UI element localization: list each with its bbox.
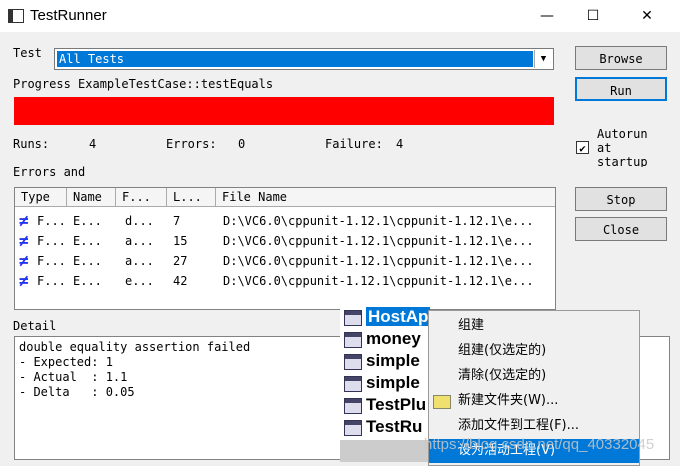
cell-line: 42 xyxy=(173,274,188,288)
progress-fill xyxy=(14,97,554,125)
table-row[interactable]: ≠ F... E... d... 7 D:\VC6.0\cppunit-1.12.1\cp… xyxy=(15,211,555,231)
cell-type: F... xyxy=(37,274,66,288)
test-select[interactable]: All Tests ▼ xyxy=(54,48,554,70)
browse-button[interactable]: Browse xyxy=(575,46,667,70)
menu-item[interactable]: 新建文件夹(W)... xyxy=(429,389,639,413)
failure-icon: ≠ xyxy=(19,231,29,250)
tree-item[interactable]: HostAp xyxy=(344,306,431,328)
table-row[interactable]: ≠ F... E... a... 27 D:\VC6.0\cppunit-1.12.1\c… xyxy=(15,251,555,271)
cell-name: E... xyxy=(73,254,102,268)
column-line[interactable]: L... xyxy=(167,188,216,207)
tree-item[interactable]: simple xyxy=(344,350,420,372)
detail-label: Detail xyxy=(13,319,57,333)
tree-item-label: simple xyxy=(366,351,420,370)
cell-f: e... xyxy=(125,274,154,288)
close-button[interactable]: Close xyxy=(575,217,667,241)
tree-item-label: TestPlu xyxy=(366,395,427,414)
cell-line: 7 xyxy=(173,214,181,228)
project-icon xyxy=(344,419,362,436)
column-name[interactable]: Name xyxy=(67,188,116,207)
project-tree[interactable]: HostAp money simple simple TestPlu TestRu xyxy=(340,306,431,440)
menu-item[interactable]: 清除(仅选定的) xyxy=(429,364,639,388)
failure-icon: ≠ xyxy=(19,271,29,290)
cell-line: 15 xyxy=(173,234,188,248)
cell-file: D:\VC6.0\cppunit-1.12.1\cppunit-1.12.1\e… xyxy=(223,214,534,228)
chevron-down-icon[interactable]: ▼ xyxy=(534,50,552,68)
cell-type: F... xyxy=(37,214,66,228)
cell-line: 27 xyxy=(173,254,188,268)
errors-value: 0 xyxy=(238,137,246,151)
table-row[interactable]: ≠ F... E... e... 42 D:\VC6.0\cppunit-1.12.1\c… xyxy=(15,271,555,291)
stop-button[interactable]: Stop xyxy=(575,187,667,211)
tree-item[interactable]: TestPlu xyxy=(344,394,426,416)
minimize-button[interactable]: — xyxy=(524,0,570,32)
menu-item-label: 组建(仅选定的) xyxy=(458,343,547,358)
table-row[interactable]: ≠ F... E... a... 15 D:\VC6.0\cppunit-1.12.1\c… xyxy=(15,231,555,251)
tree-item-label: HostAp xyxy=(366,307,431,326)
test-label: Test xyxy=(13,46,42,60)
project-icon xyxy=(344,353,362,370)
cell-type: F... xyxy=(37,234,66,248)
new-folder-icon xyxy=(433,395,451,409)
errors-label: Errors: xyxy=(166,137,217,151)
maximize-button[interactable]: ☐ xyxy=(570,0,616,32)
cell-name: E... xyxy=(73,214,102,228)
cell-f: d... xyxy=(125,214,154,228)
tree-item[interactable]: simple xyxy=(344,372,420,394)
column-file-name[interactable]: File Name xyxy=(216,188,555,207)
menu-item[interactable]: 添加文件到工程(F)... xyxy=(429,414,639,438)
run-button[interactable]: Run xyxy=(575,77,667,101)
project-icon xyxy=(344,331,362,348)
menu-item-label: 组建 xyxy=(458,318,485,333)
failure-icon: ≠ xyxy=(19,211,29,230)
close-window-button[interactable]: ✕ xyxy=(624,0,670,32)
app-icon xyxy=(8,9,24,23)
failure-label: Failure: xyxy=(325,137,383,151)
runs-label: Runs: xyxy=(13,137,50,151)
title-bar: TestRunner — ☐ ✕ xyxy=(0,0,680,32)
tree-item-label: money xyxy=(366,329,421,348)
menu-item-label: 添加文件到工程(F)... xyxy=(458,418,580,433)
test-select-value: All Tests xyxy=(57,51,533,67)
progress-bar xyxy=(14,97,554,125)
cell-file: D:\VC6.0\cppunit-1.12.1\cppunit-1.12.1\e… xyxy=(223,254,534,268)
errors-list[interactable]: Type Name F... L... File Name ≠ F... E... d… xyxy=(14,187,556,310)
cell-f: a... xyxy=(125,234,154,248)
tree-item[interactable]: money xyxy=(344,328,421,350)
cell-file: D:\VC6.0\cppunit-1.12.1\cppunit-1.12.1\e… xyxy=(223,274,534,288)
cell-type: F... xyxy=(37,254,66,268)
column-type[interactable]: Type xyxy=(15,188,67,207)
project-icon xyxy=(344,397,362,414)
menu-item[interactable]: 组建(仅选定的) xyxy=(429,339,639,363)
failure-value: 4 xyxy=(396,137,404,151)
window-title: TestRunner xyxy=(30,7,107,24)
cell-name: E... xyxy=(73,274,102,288)
autorun-label: Autorun at startup xyxy=(597,127,648,167)
tree-item[interactable]: TestRu xyxy=(344,416,422,438)
project-icon xyxy=(344,375,362,392)
tree-item-label: TestRu xyxy=(366,417,423,436)
tree-footer xyxy=(340,440,430,462)
project-icon xyxy=(344,309,362,326)
cell-file: D:\VC6.0\cppunit-1.12.1\cppunit-1.12.1\e… xyxy=(223,234,534,248)
watermark: https://blog.csdn.net/qq_40332045 xyxy=(424,436,655,453)
cell-name: E... xyxy=(73,234,102,248)
runs-value: 4 xyxy=(89,137,97,151)
column-f[interactable]: F... xyxy=(116,188,167,207)
errors-section-label: Errors and xyxy=(13,165,86,179)
progress-label: Progress ExampleTestCase::testEquals xyxy=(13,77,274,91)
tree-item-label: simple xyxy=(366,373,420,392)
menu-item-label: 清除(仅选定的) xyxy=(458,368,547,383)
autorun-checkbox[interactable]: ✔ xyxy=(576,141,589,155)
cell-f: a... xyxy=(125,254,154,268)
menu-item-label: 新建文件夹(W)... xyxy=(458,393,559,408)
menu-item[interactable]: 组建 xyxy=(429,314,639,338)
failure-icon: ≠ xyxy=(19,251,29,270)
